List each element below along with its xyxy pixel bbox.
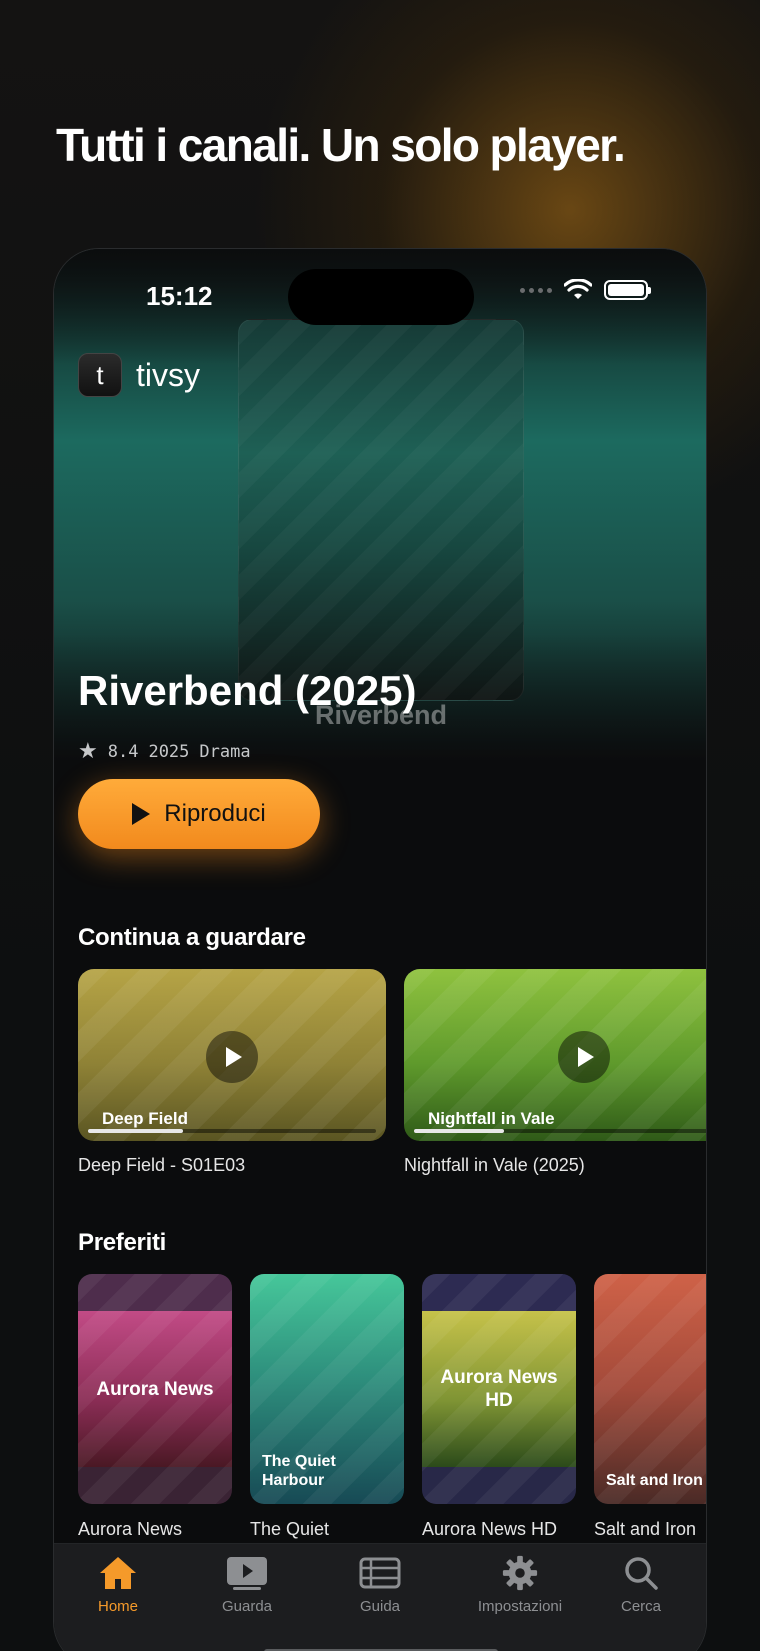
favorite-card-label: Salt and Iron — [606, 1472, 703, 1489]
tab-bar: Home Guarda Guida Impostazioni Cerca — [54, 1543, 706, 1651]
favorite-card-aurora-news[interactable]: Aurora News — [78, 1274, 232, 1504]
favorite-caption: The Quiet — [250, 1519, 330, 1539]
app-logo-icon: t — [78, 353, 122, 397]
search-icon — [625, 1557, 658, 1590]
hero-year: 2025 — [148, 741, 190, 762]
tab-label: Cerca — [620, 1598, 661, 1615]
favorite-card-label: Aurora News HD — [440, 1367, 558, 1411]
phone-frame: Riverbend 15:12 t tivsy Riverbend (2025)… — [53, 248, 707, 1651]
play-icon[interactable] — [206, 1031, 258, 1083]
home-icon — [100, 1557, 136, 1589]
dynamic-island — [288, 269, 474, 325]
progress-bar — [414, 1129, 706, 1133]
play-button[interactable]: Riproduci — [78, 779, 320, 849]
hero-rating: 8.4 — [107, 741, 139, 762]
tab-impostazioni[interactable]: Impostazioni — [450, 1554, 590, 1615]
continue-card-caption: Nightfall in Vale (2025) — [404, 1155, 585, 1175]
play-screen-icon — [227, 1557, 267, 1590]
status-icons — [520, 279, 651, 301]
continue-card-label: Nightfall in Vale — [428, 1109, 555, 1128]
favorite-card-label: Aurora News — [96, 1379, 214, 1400]
favorite-card-label: The Quiet Harbour — [262, 1453, 336, 1489]
continue-watching-title: Continua a guardare — [78, 924, 306, 951]
play-icon[interactable] — [558, 1031, 610, 1083]
hero-title: Riverbend (2025) — [78, 667, 417, 714]
status-time: 15:12 — [146, 281, 213, 311]
continue-card-caption: Deep Field - S01E03 — [78, 1155, 246, 1175]
hero-genre: Drama — [199, 741, 251, 762]
play-button-label: Riproduci — [164, 800, 266, 827]
tab-guarda[interactable]: Guarda — [187, 1554, 307, 1615]
signal-icon — [520, 287, 552, 293]
wifi-icon — [564, 279, 592, 299]
continue-card-nightfall[interactable]: Nightfall in Vale — [404, 969, 706, 1141]
hero-poster[interactable]: Riverbend — [238, 319, 524, 730]
tab-label: Home — [97, 1598, 138, 1615]
favorite-caption: Aurora News — [78, 1519, 183, 1539]
favorite-card-salt-and-iron[interactable]: Salt and Iron — [594, 1274, 706, 1504]
progress-bar — [88, 1129, 376, 1133]
gear-icon — [502, 1555, 538, 1591]
hero-meta: ★ 8.4 2025 Drama — [78, 739, 251, 764]
tab-label: Guarda — [221, 1598, 273, 1615]
continue-card-deep-field[interactable]: Deep Field — [78, 969, 386, 1141]
favorite-caption: Salt and Iron — [594, 1519, 697, 1539]
play-icon — [132, 803, 151, 825]
favorites-title: Preferiti — [78, 1229, 167, 1256]
tab-guida[interactable]: Guida — [320, 1554, 440, 1615]
continue-card-label: Deep Field — [102, 1109, 188, 1128]
battery-icon — [604, 280, 651, 300]
tab-label: Impostazioni — [477, 1598, 563, 1615]
app-name: tivsy — [136, 356, 200, 393]
favorite-caption: Aurora News HD — [422, 1519, 558, 1539]
app-logo: t tivsy — [78, 353, 200, 397]
tab-cerca[interactable]: Cerca — [581, 1554, 701, 1615]
tab-home[interactable]: Home — [58, 1554, 178, 1615]
star-icon: ★ — [78, 739, 98, 764]
favorite-card-quiet-harbour[interactable]: The Quiet Harbour — [250, 1274, 404, 1504]
promo-headline: Tutti i canali. Un solo player. — [56, 119, 626, 171]
tab-label: Guida — [359, 1598, 401, 1615]
guide-icon — [359, 1557, 401, 1589]
favorite-card-aurora-news-hd[interactable]: Aurora News HD — [422, 1274, 576, 1504]
